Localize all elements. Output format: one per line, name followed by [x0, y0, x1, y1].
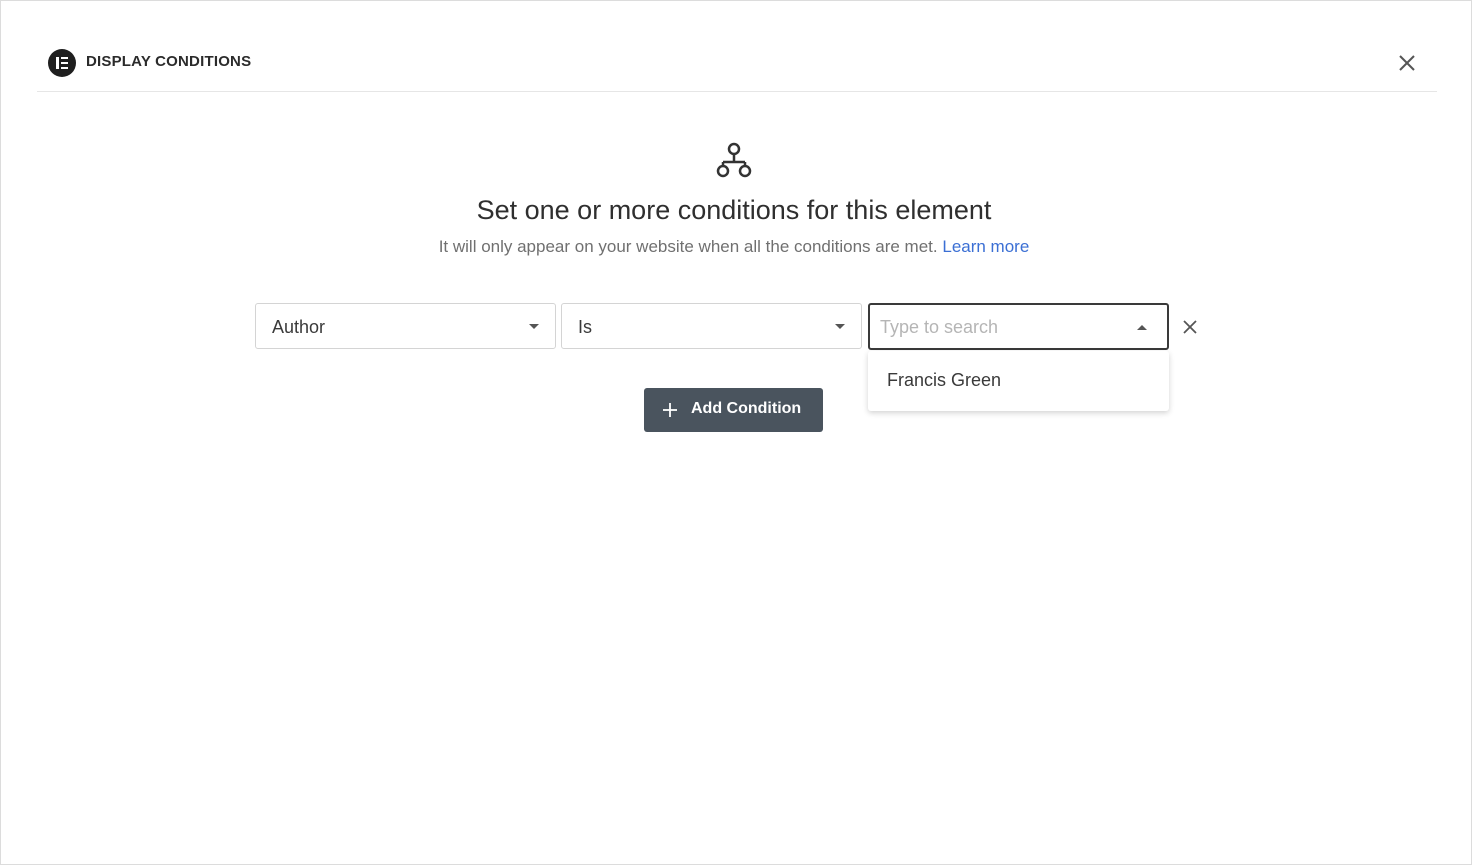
add-condition-button[interactable]: Add Condition [644, 388, 823, 432]
display-conditions-modal: DISPLAY CONDITIONS Set one or more condi… [0, 0, 1472, 865]
condition-operator-value: Is [578, 317, 593, 337]
add-condition-label: Add Condition [691, 400, 802, 417]
sitemap-icon [714, 141, 754, 181]
intro-heading: Set one or more conditions for this elem… [476, 195, 992, 225]
search-results-dropdown: Francis Green [868, 351, 1169, 411]
condition-field-select[interactable]: Author [255, 303, 556, 349]
dropdown-option[interactable]: Francis Green [868, 351, 1169, 411]
search-input[interactable] [880, 315, 1120, 339]
elementor-logo-icon [48, 49, 76, 77]
chevron-down-icon [835, 324, 845, 329]
condition-operator-select[interactable]: Is [561, 303, 862, 349]
learn-more-link[interactable]: Learn more [942, 237, 1029, 256]
modal-title: DISPLAY CONDITIONS [86, 53, 252, 70]
intro-description-text: It will only appear on your website when… [438, 237, 938, 256]
modal-header: DISPLAY CONDITIONS [37, 39, 1437, 92]
condition-field-value: Author [272, 317, 326, 337]
chevron-up-icon[interactable] [1137, 325, 1147, 330]
dropdown-option-label: Francis Green [887, 370, 1002, 390]
chevron-down-icon [529, 324, 539, 329]
plus-icon [663, 403, 677, 417]
close-icon[interactable] [1395, 51, 1419, 75]
condition-value-search[interactable] [868, 303, 1169, 350]
remove-condition-icon[interactable] [1181, 318, 1199, 336]
intro-description: It will only appear on your website when… [1, 237, 1467, 257]
